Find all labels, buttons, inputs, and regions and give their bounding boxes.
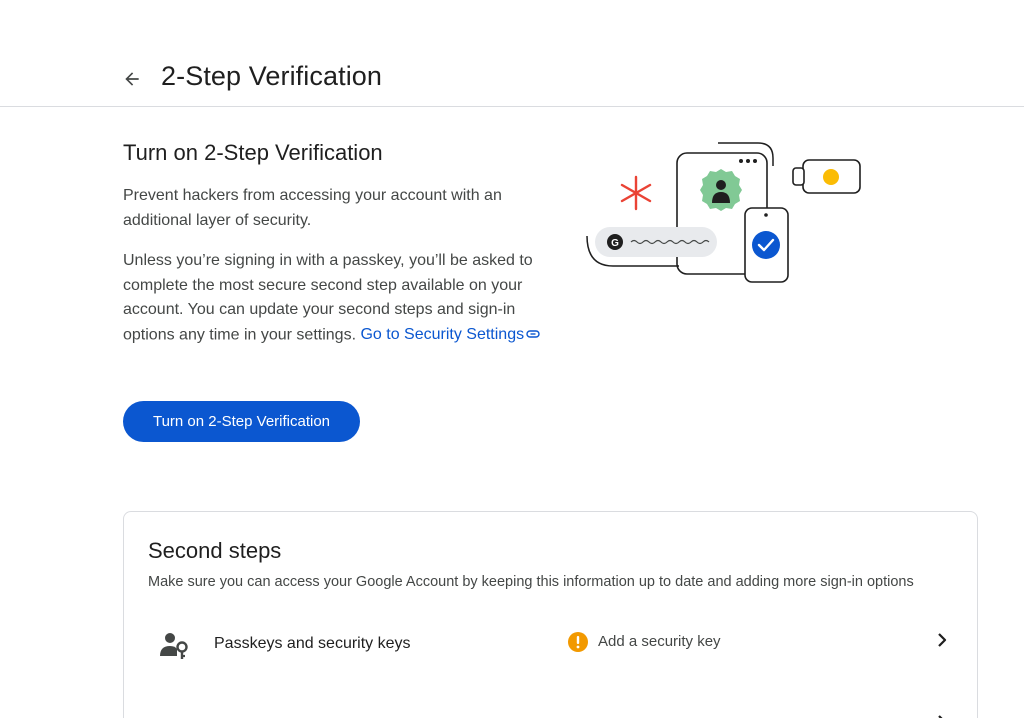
two-step-verification-page: 2-Step Verification Turn on 2-Step Verif…	[0, 0, 1024, 718]
page-title: 2-Step Verification	[161, 61, 383, 91]
svg-text:G: G	[611, 238, 619, 249]
warning-icon	[568, 632, 588, 652]
illustration-check-circle	[752, 231, 780, 259]
passkeys-row[interactable]: Passkeys and security keys Add a securit…	[124, 612, 977, 676]
intro-heading: Turn on 2-Step Verification	[123, 140, 383, 165]
person-key-icon	[160, 633, 188, 659]
chevron-right-icon	[938, 715, 943, 718]
page-header: 2-Step Verification	[0, 0, 1024, 107]
security-settings-link[interactable]: Go to Security Settings	[360, 326, 540, 343]
second-steps-subtitle: Make sure you can access your Google Acc…	[148, 574, 914, 590]
next-step-row[interactable]	[124, 682, 977, 718]
illustration-asterisk	[620, 175, 652, 211]
passkeys-status: Add a security key	[598, 633, 721, 650]
arrow-back-icon	[125, 72, 139, 86]
chevron-right-icon	[938, 633, 947, 647]
link-icon	[526, 323, 540, 348]
card-icon	[158, 699, 190, 718]
turn-on-2sv-button[interactable]: Turn on 2-Step Verification	[123, 401, 360, 442]
security-settings-link-text[interactable]: Go to Security Settings	[360, 326, 524, 343]
security-illustration: G	[586, 142, 861, 283]
passkeys-row-label: Passkeys and security keys	[214, 635, 411, 652]
second-steps-title: Second steps	[148, 538, 282, 563]
back-button[interactable]	[116, 63, 148, 95]
intro-paragraph-2: Unless you’re signing in with a passkey,…	[123, 249, 548, 347]
intro-paragraph-1: Prevent hackers from accessing your acco…	[123, 187, 502, 229]
second-steps-card: Second steps Make sure you can access yo…	[123, 511, 978, 718]
